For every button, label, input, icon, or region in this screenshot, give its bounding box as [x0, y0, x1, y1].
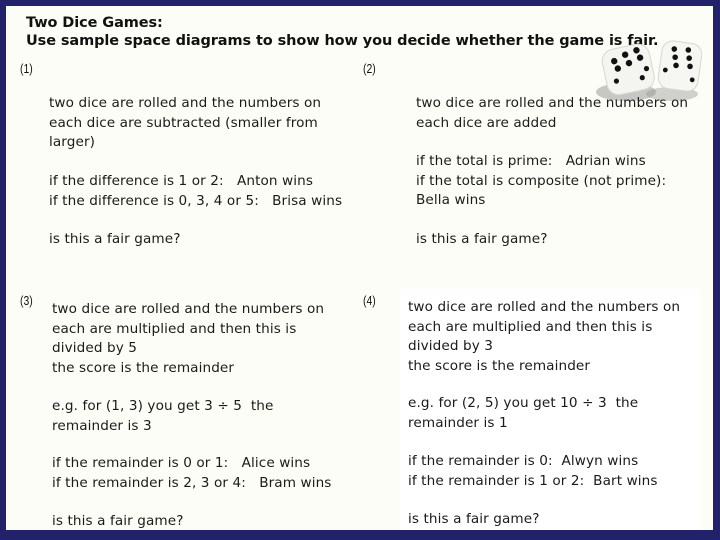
game-4-rules: two dice are rolled and the numbers on e… [408, 298, 680, 376]
game-3-example-line: e.g. for (1, 3) you get 3 ÷ 5 the [52, 398, 274, 414]
game-3-condition-line: if the remainder is 0 or 1: Alice wins [52, 455, 311, 471]
game-4-question: is this a fair game? [408, 511, 540, 527]
game-1-rule-line: each dice are subtracted (smaller from [49, 114, 318, 131]
game-2-conditions: if the total is prime: Adrian wins if th… [416, 152, 666, 211]
game-4-number: (4) [363, 293, 376, 308]
game-3-condition-line: if the remainder is 2, 3 or 4: Bram wins [52, 474, 332, 491]
game-2-number: (2) [363, 61, 376, 76]
game-4-example-line: remainder is 1 [408, 414, 508, 431]
game-1-number: (1) [20, 61, 33, 76]
game-1-rule-line: larger) [49, 134, 96, 150]
game-3-rule-line: each are multiplied and then this is [52, 320, 297, 337]
slide: Two Dice Games: Use sample space diagram… [6, 6, 713, 530]
game-2-condition-line: if the total is composite (not prime): [416, 172, 667, 189]
game-2-rules: two dice are rolled and the numbers on e… [416, 94, 688, 133]
game-3-conditions: if the remainder is 0 or 1: Alice wins i… [52, 454, 332, 493]
game-4-example: e.g. for (2, 5) you get 10 ÷ 3 the remai… [408, 394, 638, 433]
game-3-rule-line: two dice are rolled and the numbers on [52, 301, 325, 317]
game-4-rule-line: two dice are rolled and the numbers on [408, 299, 681, 315]
title-line-1: Two Dice Games: [26, 15, 163, 31]
game-2-question: is this a fair game? [416, 231, 548, 247]
game-3-rules: two dice are rolled and the numbers on e… [52, 300, 324, 378]
game-4-example-line: e.g. for (2, 5) you get 10 ÷ 3 the [408, 395, 639, 411]
game-3-rule-line: the score is the remainder [52, 359, 235, 376]
game-4-rule-line: each are multiplied and then this is [408, 318, 653, 335]
game-3-number: (3) [20, 293, 33, 308]
game-1-rules: two dice are rolled and the numbers on e… [49, 94, 321, 153]
game-3-example: e.g. for (1, 3) you get 3 ÷ 5 the remain… [52, 397, 273, 436]
game-1-question: is this a fair game? [49, 231, 181, 247]
game-1-condition-line: if the difference is 0, 3, 4 or 5: Brisa… [49, 192, 343, 209]
game-1-condition-line: if the difference is 1 or 2: Anton wins [49, 173, 314, 189]
game-2-rule-line: two dice are rolled and the numbers on [416, 95, 689, 111]
game-3-rule-line: divided by 5 [52, 340, 138, 356]
game-2-rule-line: each dice are added [416, 114, 557, 131]
game-4-conditions: if the remainder is 0: Alwyn wins if the… [408, 452, 658, 491]
game-2-condition-line: Bella wins [416, 192, 486, 208]
game-1-conditions: if the difference is 1 or 2: Anton wins … [49, 172, 342, 211]
game-4-rule-line: divided by 3 [408, 338, 494, 354]
game-1-rule-line: two dice are rolled and the numbers on [49, 95, 322, 111]
game-2-condition-line: if the total is prime: Adrian wins [416, 153, 646, 169]
game-3-example-line: remainder is 3 [52, 417, 152, 434]
game-4-condition-line: if the remainder is 0: Alwyn wins [408, 453, 639, 469]
game-3-question: is this a fair game? [52, 513, 184, 529]
game-4-condition-line: if the remainder is 1 or 2: Bart wins [408, 472, 658, 489]
title-line-2: Use sample space diagrams to show how yo… [26, 33, 659, 49]
game-4-rule-line: the score is the remainder [408, 357, 591, 374]
